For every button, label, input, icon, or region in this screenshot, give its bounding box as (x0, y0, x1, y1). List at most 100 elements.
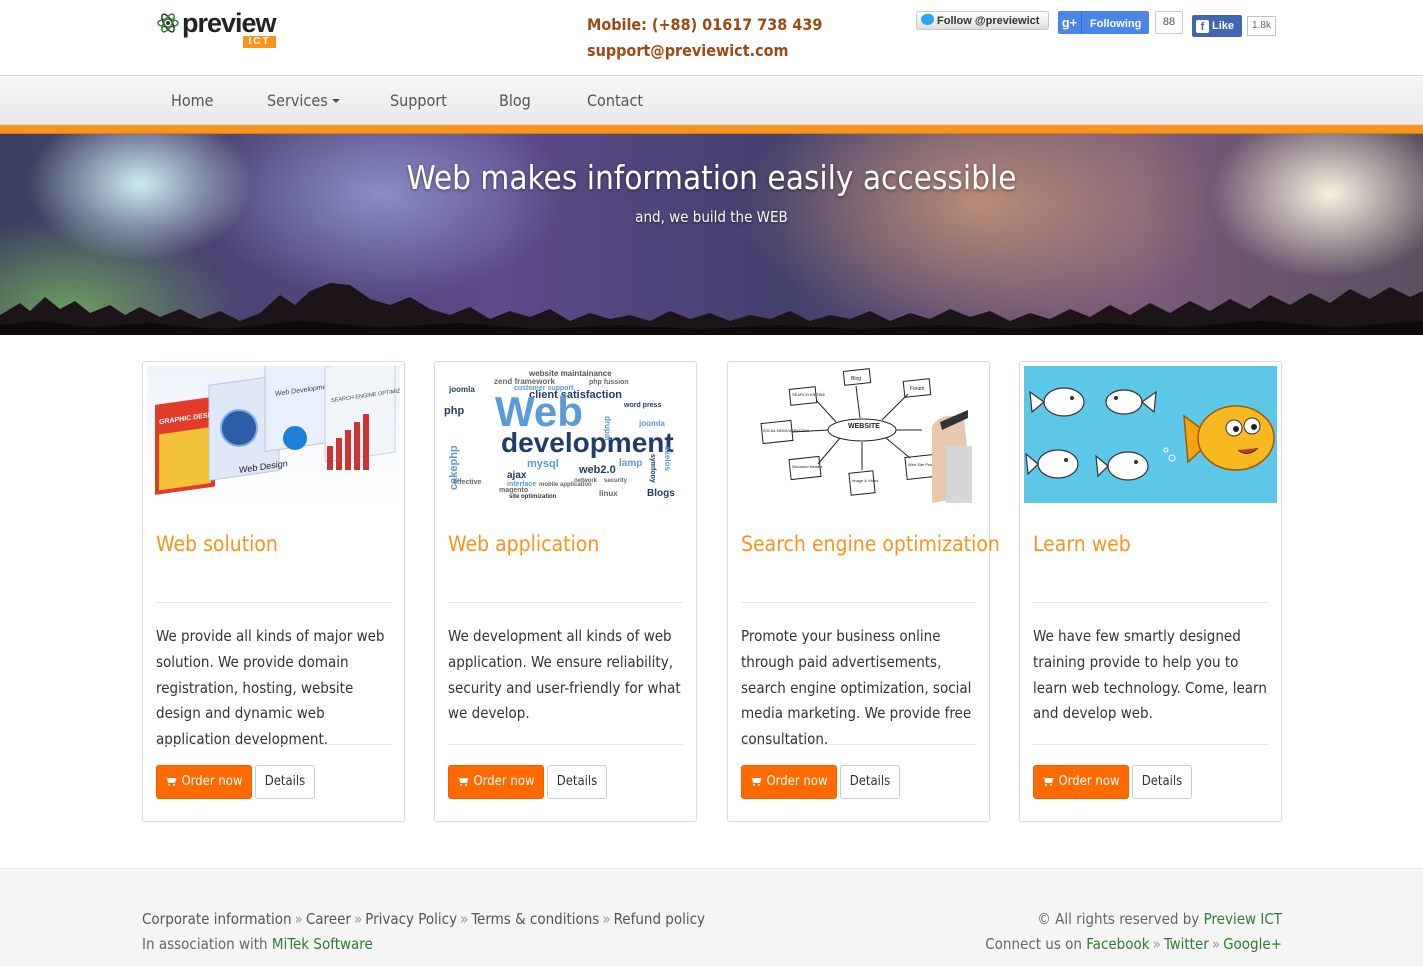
svg-text:interface: interface (507, 481, 536, 488)
web-application-word-cloud: website maintainance zend framework joom… (439, 366, 692, 503)
gplus-following-button[interactable]: g+ Following (1058, 11, 1149, 34)
order-now-label: Order now (1058, 774, 1120, 789)
service-card-learn-web: Learn web We have few smartly designed t… (1019, 361, 1282, 822)
facebook-link[interactable]: Facebook (1086, 935, 1149, 953)
svg-text:security: security (604, 478, 628, 484)
svg-text:php fussion: php fussion (589, 379, 629, 386)
site-header: preview ICT Mobile: (+88) 01617 738 439 … (0, 0, 1423, 76)
shopping-cart-icon (457, 777, 469, 786)
footer-link-terms[interactable]: Terms & conditions (471, 910, 599, 928)
support-email[interactable]: support@previewict.com (587, 38, 822, 64)
logo[interactable]: preview ICT (156, 8, 281, 50)
site-footer: Corporate information» Career» Privacy Pol… (0, 868, 1423, 966)
card-divider (1033, 602, 1268, 603)
footer-links: Corporate information» Career» Privacy Pol… (142, 907, 705, 957)
details-button[interactable]: Details (840, 765, 900, 799)
svg-text:word press: word press (623, 402, 661, 409)
svg-text:network: network (574, 478, 598, 484)
mitek-software-link[interactable]: MiTek Software (272, 935, 373, 953)
order-now-label: Order now (766, 774, 828, 789)
gplus-label: Following (1090, 18, 1142, 30)
fb-like-count: 1.8k (1247, 16, 1276, 36)
nav-support[interactable]: Support (390, 77, 447, 125)
card-title: Web application (448, 532, 600, 556)
card-title: Search engine optimization (741, 532, 1000, 556)
rights-label: © All rights reserved by (1037, 910, 1200, 928)
svg-text:Blog: Blog (851, 376, 861, 382)
order-now-label: Order now (181, 774, 243, 789)
web-solution-image: GRAPHIC DESIGN! Web Design Web Developme… (147, 366, 400, 503)
service-card-web-solution: GRAPHIC DESIGN! Web Design Web Developme… (142, 361, 405, 822)
shopping-cart-icon (165, 777, 177, 786)
footer-link-refund-policy[interactable]: Refund policy (614, 910, 705, 928)
svg-text:effective: effective (453, 479, 482, 486)
facebook-icon: f (1196, 20, 1209, 33)
nav-services[interactable]: Services (267, 77, 340, 125)
logo-text: preview (182, 8, 277, 38)
seo-diagram-image: WEBSITE Blog Forum SEARCH ENGINE SOCIAL … (732, 366, 985, 503)
svg-text:WEBSITE: WEBSITE (848, 423, 880, 430)
twitter-link[interactable]: Twitter (1164, 935, 1209, 953)
order-now-button[interactable]: Order now (448, 765, 544, 799)
breadcrumb-separator: » (602, 910, 611, 928)
svg-text:Forum: Forum (910, 386, 924, 392)
svg-text:ajax: ajax (507, 470, 527, 481)
footer-link-career[interactable]: Career (306, 910, 351, 928)
svg-text:magento: magento (499, 487, 528, 494)
twitter-icon (921, 14, 934, 25)
card-description: We have few smartly designed training pr… (1033, 627, 1267, 723)
nav-contact[interactable]: Contact (587, 77, 643, 125)
shopping-cart-icon (750, 777, 762, 786)
order-now-button[interactable]: Order now (156, 765, 252, 799)
twitter-follow-button[interactable]: Follow @previewict (916, 11, 1049, 30)
order-now-button[interactable]: Order now (1033, 765, 1129, 799)
svg-text:web2.0: web2.0 (578, 464, 616, 476)
gplus-count: 88 (1155, 11, 1183, 34)
details-button[interactable]: Details (547, 765, 607, 799)
nav-services-label: Services (267, 91, 328, 110)
accent-divider (0, 125, 1423, 134)
nav-blog[interactable]: Blog (499, 77, 531, 125)
hero-title: Web makes information easily accessible (406, 158, 1017, 197)
footer-link-corporate-information[interactable]: Corporate information (142, 910, 292, 928)
card-divider (156, 602, 391, 603)
order-now-button[interactable]: Order now (741, 765, 837, 799)
svg-text:development: development (501, 427, 674, 458)
service-card-web-application: website maintainance zend framework joom… (434, 361, 697, 822)
card-divider (741, 744, 976, 745)
service-card-seo: WEBSITE Blog Forum SEARCH ENGINE SOCIAL … (727, 361, 1000, 822)
card-title: Web solution (156, 532, 278, 556)
svg-text:php: php (444, 405, 464, 417)
svg-text:joomla: joomla (638, 419, 665, 428)
shopping-cart-icon (1042, 777, 1054, 786)
details-button[interactable]: Details (1132, 765, 1192, 799)
card-description: We development all kinds of web applicat… (448, 627, 681, 723)
card-description: Promote your business online through pai… (741, 627, 972, 749)
svg-text:linux: linux (599, 489, 618, 498)
hero-banner: Web makes information easily accessible … (0, 134, 1423, 335)
card-divider (448, 744, 683, 745)
google-plus-link[interactable]: Google+ (1223, 935, 1282, 953)
preview-ict-link[interactable]: Preview ICT (1204, 910, 1282, 928)
facebook-like-button[interactable]: f Like (1192, 15, 1242, 37)
breadcrumb-separator: » (294, 910, 303, 928)
details-button[interactable]: Details (255, 765, 315, 799)
hero-subtitle: and, we build the WEB (635, 208, 788, 226)
mobile-number: Mobile: (+88) 01617 738 439 (587, 15, 823, 34)
logo-badge: ICT (243, 36, 276, 48)
learn-web-fish-image (1024, 366, 1277, 503)
svg-text:drupal: drupal (603, 416, 612, 440)
svg-text:SOCIAL MEDIA MARKETING: SOCIAL MEDIA MARKETING (763, 429, 810, 433)
svg-text:Image & Video: Image & Video (852, 478, 879, 483)
svg-text:site optimization: site optimization (509, 494, 557, 500)
svg-text:joomla: joomla (448, 385, 475, 394)
nav-home[interactable]: Home (171, 77, 214, 125)
main-navbar: Home Services Support Blog Contact (0, 77, 1423, 125)
caret-down-icon (331, 99, 340, 103)
footer-link-privacy-policy[interactable]: Privacy Policy (365, 910, 457, 928)
google-plus-icon: g+ (1058, 11, 1082, 34)
order-now-label: Order now (473, 774, 535, 789)
svg-text:mysql: mysql (527, 458, 559, 470)
breadcrumb-separator: » (460, 910, 469, 928)
svg-text:akelos: akelos (663, 446, 672, 471)
